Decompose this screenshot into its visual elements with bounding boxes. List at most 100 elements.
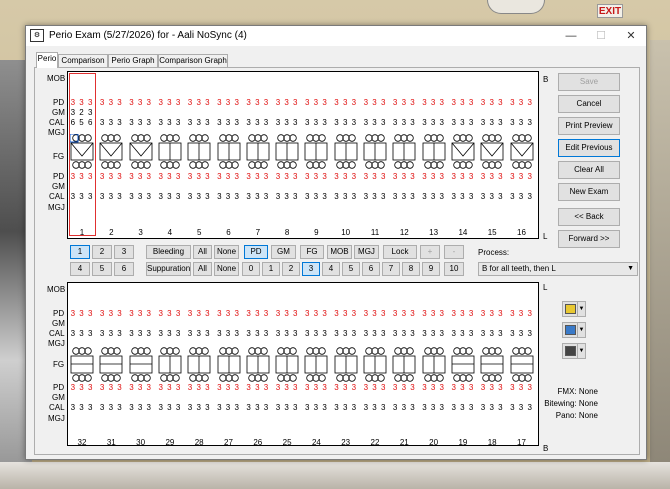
- toolbar-button-5[interactable]: 5: [92, 262, 112, 276]
- toolbar-button-pd[interactable]: PD: [244, 245, 268, 259]
- back-button[interactable]: << Back: [558, 208, 620, 226]
- upper-facial-cal-cell[interactable]: 3 3 3: [449, 118, 477, 127]
- new-exam-button[interactable]: New Exam: [558, 183, 620, 201]
- upper-tooth-icon[interactable]: [334, 134, 358, 170]
- upper-tooth-icon[interactable]: [392, 134, 416, 170]
- lower-tooth-icon[interactable]: [70, 347, 94, 383]
- upper-tooth-icon[interactable]: [246, 134, 270, 170]
- lower-lingual-pd-cell[interactable]: 3 3 3: [420, 309, 448, 318]
- upper-lingual-pd-cell[interactable]: 3 3 3: [508, 172, 536, 181]
- upper-facial-cal-cell[interactable]: 3 3 3: [302, 118, 330, 127]
- lower-tooth-icon[interactable]: [217, 347, 241, 383]
- lower-lingual-cal-cell[interactable]: 3 3 3: [361, 329, 389, 338]
- toolbar-button-4[interactable]: 4: [70, 262, 90, 276]
- lower-facial-pd-cell[interactable]: 3 3 3: [97, 383, 125, 392]
- toolbar-button-all[interactable]: All: [193, 245, 212, 259]
- upper-facial-cal-cell[interactable]: 3 3 3: [390, 118, 418, 127]
- upper-lingual-cal-cell[interactable]: 3 3 3: [361, 192, 389, 201]
- toolbar-button-7[interactable]: 7: [382, 262, 400, 276]
- toolbar-button-mob[interactable]: MOB: [327, 245, 352, 259]
- upper-lingual-cal-cell[interactable]: 3 3 3: [332, 192, 360, 201]
- lower-facial-cal-cell[interactable]: 3 3 3: [478, 403, 506, 412]
- lower-lingual-pd-cell[interactable]: 3 3 3: [127, 309, 155, 318]
- toolbar-button-3[interactable]: 3: [302, 262, 320, 276]
- lower-facial-pd-cell[interactable]: 3 3 3: [68, 383, 96, 392]
- upper-lingual-cal-cell[interactable]: 3 3 3: [185, 192, 213, 201]
- lower-lingual-cal-cell[interactable]: 3 3 3: [478, 329, 506, 338]
- print-preview-button[interactable]: Print Preview: [558, 117, 620, 135]
- lower-lingual-cal-cell[interactable]: 3 3 3: [508, 329, 536, 338]
- toolbar-button-10[interactable]: 10: [444, 262, 464, 276]
- toolbar-button-none[interactable]: None: [214, 262, 239, 276]
- upper-facial-pd-cell[interactable]: 3 3 3: [478, 98, 506, 107]
- upper-facial-pd-cell[interactable]: 3 3 3: [273, 98, 301, 107]
- upper-lingual-pd-cell[interactable]: 3 3 3: [127, 172, 155, 181]
- upper-facial-pd-cell[interactable]: 3 3 3: [332, 98, 360, 107]
- upper-tooth-icon[interactable]: [158, 134, 182, 170]
- lower-facial-pd-cell[interactable]: 3 3 3: [244, 383, 272, 392]
- lower-facial-cal-cell[interactable]: 3 3 3: [449, 403, 477, 412]
- lower-lingual-pd-cell[interactable]: 3 3 3: [508, 309, 536, 318]
- lower-facial-pd-cell[interactable]: 3 3 3: [361, 383, 389, 392]
- lower-facial-pd-cell[interactable]: 3 3 3: [127, 383, 155, 392]
- lower-tooth-icon[interactable]: [275, 347, 299, 383]
- upper-facial-cal-cell[interactable]: 3 3 3: [156, 118, 184, 127]
- lower-facial-pd-cell[interactable]: 3 3 3: [332, 383, 360, 392]
- title-bar[interactable]: ⚙ Perio Exam (5/27/2026) for - Aali NoSy…: [26, 26, 646, 46]
- upper-lingual-cal-cell[interactable]: 3 3 3: [156, 192, 184, 201]
- lower-facial-cal-cell[interactable]: 3 3 3: [273, 403, 301, 412]
- upper-tooth-icon[interactable]: [510, 134, 534, 170]
- toolbar-button-6[interactable]: 6: [362, 262, 380, 276]
- upper-lingual-pd-cell[interactable]: 3 3 3: [361, 172, 389, 181]
- upper-lingual-pd-cell[interactable]: 3 3 3: [244, 172, 272, 181]
- upper-facial-pd-cell[interactable]: 3 3 3: [361, 98, 389, 107]
- upper-lingual-pd-cell[interactable]: 3 3 3: [390, 172, 418, 181]
- toolbar-button-lock[interactable]: Lock: [383, 245, 417, 259]
- toolbar-button-5[interactable]: 5: [342, 262, 360, 276]
- toolbar-button-bleeding[interactable]: Bleeding: [146, 245, 191, 259]
- upper-facial-cal-cell[interactable]: 3 3 3: [215, 118, 243, 127]
- graph-button[interactable]: ▼: [562, 322, 586, 338]
- tab-comparison[interactable]: Comparison: [58, 54, 108, 67]
- lower-facial-pd-cell[interactable]: 3 3 3: [302, 383, 330, 392]
- toolbar-button-x[interactable]: +: [420, 245, 440, 259]
- notes-button[interactable]: ▼: [562, 301, 586, 317]
- upper-lingual-cal-cell[interactable]: 3 3 3: [478, 192, 506, 201]
- lower-lingual-pd-cell[interactable]: 3 3 3: [215, 309, 243, 318]
- upper-lingual-cal-cell[interactable]: 3 3 3: [390, 192, 418, 201]
- lower-tooth-icon[interactable]: [187, 347, 211, 383]
- lower-facial-cal-cell[interactable]: 3 3 3: [127, 403, 155, 412]
- lower-lingual-pd-cell[interactable]: 3 3 3: [449, 309, 477, 318]
- lower-tooth-icon[interactable]: [129, 347, 153, 383]
- process-select[interactable]: B for all teeth, then L ▼: [478, 262, 638, 276]
- lower-tooth-icon[interactable]: [510, 347, 534, 383]
- upper-lingual-pd-cell[interactable]: 3 3 3: [302, 172, 330, 181]
- upper-facial-pd-cell[interactable]: 3 3 3: [508, 98, 536, 107]
- toolbar-button-4[interactable]: 4: [322, 262, 340, 276]
- upper-facial-pd-cell[interactable]: 3 3 3: [302, 98, 330, 107]
- upper-lingual-cal-cell[interactable]: 3 3 3: [97, 192, 125, 201]
- chevron-down-icon[interactable]: ▼: [577, 323, 585, 337]
- toolbar-button-x[interactable]: -: [444, 245, 464, 259]
- upper-facial-pd-cell[interactable]: 3 3 3: [97, 98, 125, 107]
- tab-comparison-graph[interactable]: Comparison Graph: [158, 54, 228, 67]
- upper-facial-cal-cell[interactable]: 3 3 3: [361, 118, 389, 127]
- upper-lingual-pd-cell[interactable]: 3 3 3: [156, 172, 184, 181]
- lower-facial-pd-cell[interactable]: 3 3 3: [449, 383, 477, 392]
- upper-lingual-pd-cell[interactable]: 3 3 3: [68, 172, 96, 181]
- upper-lingual-cal-cell[interactable]: 3 3 3: [302, 192, 330, 201]
- upper-facial-pd-cell[interactable]: 3 3 3: [390, 98, 418, 107]
- close-button[interactable]: ✕: [616, 26, 646, 46]
- lower-facial-pd-cell[interactable]: 3 3 3: [273, 383, 301, 392]
- upper-facial-pd-cell[interactable]: 3 3 3: [420, 98, 448, 107]
- lower-tooth-icon[interactable]: [246, 347, 270, 383]
- upper-facial-cal-cell[interactable]: 3 3 3: [244, 118, 272, 127]
- minimize-button[interactable]: —: [556, 26, 586, 46]
- upper-tooth-icon[interactable]: [217, 134, 241, 170]
- chevron-down-icon[interactable]: ▼: [577, 302, 585, 316]
- lower-tooth-icon[interactable]: [304, 347, 328, 383]
- lower-lingual-pd-cell[interactable]: 3 3 3: [478, 309, 506, 318]
- upper-lingual-cal-cell[interactable]: 3 3 3: [273, 192, 301, 201]
- upper-facial-pd-cell[interactable]: 3 3 3: [127, 98, 155, 107]
- upper-tooth-icon[interactable]: [304, 134, 328, 170]
